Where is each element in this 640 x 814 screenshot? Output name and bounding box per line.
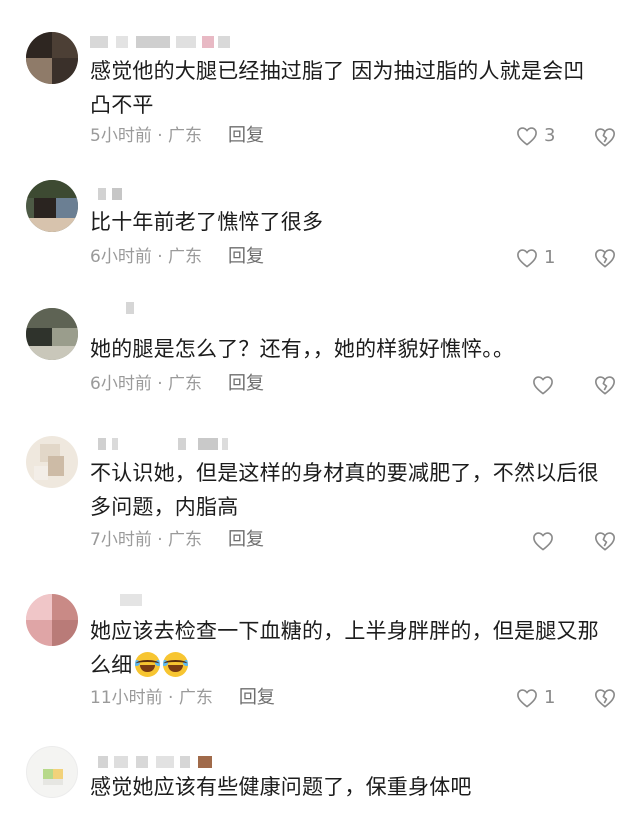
avatar[interactable] bbox=[26, 436, 78, 488]
like-count: 1 bbox=[544, 247, 556, 268]
like-button[interactable] bbox=[532, 375, 554, 395]
comment-location: 广东 bbox=[168, 247, 203, 267]
comment-location: 广东 bbox=[168, 374, 203, 394]
comment-meta: 5小时前 · 广东 回复 bbox=[90, 125, 264, 147]
heart-outline-icon bbox=[517, 249, 537, 268]
username-redacted[interactable] bbox=[90, 302, 134, 316]
comment-text: 她的腿是怎么了？还有，，她的样貌好憔悴。。 bbox=[90, 337, 515, 361]
reply-button[interactable]: 回复 bbox=[228, 125, 264, 146]
comment-text: 比十年前老了憔悴了很多 bbox=[90, 210, 324, 234]
comment-text: 感觉他的大腿已经抽过脂了 因为抽过脂的人就是会凹凸不平 bbox=[90, 59, 585, 117]
broken-heart-icon[interactable] bbox=[594, 530, 616, 552]
like-button[interactable]: 3 bbox=[516, 126, 555, 146]
comment-location: 广东 bbox=[168, 126, 203, 146]
comment-time: 6小时前 bbox=[90, 374, 152, 394]
comment-time: 11小时前 bbox=[90, 688, 163, 708]
comment-time: 5小时前 bbox=[90, 126, 152, 146]
username-redacted[interactable] bbox=[90, 188, 130, 202]
avatar[interactable] bbox=[26, 746, 78, 798]
like-button[interactable]: 1 bbox=[516, 248, 555, 268]
avatar[interactable] bbox=[26, 180, 78, 232]
meta-separator: · bbox=[151, 247, 169, 267]
laughing-crying-emoji-icon bbox=[163, 652, 189, 677]
comment-meta: 6小时前 · 广东 回复 bbox=[90, 246, 264, 268]
heart-outline-icon bbox=[517, 689, 537, 708]
avatar[interactable] bbox=[26, 32, 78, 84]
reply-button[interactable]: 回复 bbox=[228, 373, 264, 394]
laughing-crying-emoji-icon bbox=[135, 652, 161, 677]
meta-separator: · bbox=[151, 530, 169, 550]
comment-text: 她应该去检查一下血糖的，上半身胖胖的，但是腿又那么细 bbox=[90, 614, 604, 682]
avatar[interactable] bbox=[26, 308, 78, 360]
comment-meta: 7小时前 · 广东 回复 bbox=[90, 529, 264, 551]
like-button[interactable] bbox=[532, 531, 554, 551]
comment-meta: 11小时前 · 广东 回复 bbox=[90, 687, 275, 709]
broken-heart-icon[interactable] bbox=[594, 126, 616, 148]
like-count: 1 bbox=[544, 687, 556, 708]
comment-meta: 6小时前 · 广东 回复 bbox=[90, 373, 264, 395]
broken-heart-icon[interactable] bbox=[594, 374, 616, 396]
like-button[interactable]: 1 bbox=[516, 688, 555, 708]
broken-heart-icon[interactable] bbox=[594, 247, 616, 269]
heart-outline-icon bbox=[533, 376, 553, 395]
avatar[interactable] bbox=[26, 594, 78, 646]
username-redacted[interactable] bbox=[90, 594, 150, 608]
username-redacted[interactable] bbox=[90, 756, 240, 770]
reply-button[interactable]: 回复 bbox=[228, 529, 264, 550]
heart-outline-icon bbox=[517, 127, 537, 146]
meta-separator: · bbox=[151, 126, 169, 146]
username-redacted[interactable] bbox=[90, 438, 230, 452]
heart-outline-icon bbox=[533, 532, 553, 551]
comment-text: 感觉她应该有些健康问题了，保重身体吧 bbox=[90, 775, 472, 799]
meta-separator: · bbox=[151, 374, 169, 394]
comment-text: 不认识她，但是这样的身材真的要减肥了，不然以后很多问题，内脂高 bbox=[90, 461, 599, 519]
meta-separator: · bbox=[162, 688, 179, 708]
comment-time: 6小时前 bbox=[90, 247, 152, 267]
comment-location: 广东 bbox=[178, 688, 213, 708]
like-count: 3 bbox=[544, 125, 556, 146]
reply-button[interactable]: 回复 bbox=[228, 246, 264, 267]
reply-button[interactable]: 回复 bbox=[239, 687, 275, 708]
comment-location: 广东 bbox=[168, 530, 203, 550]
username-redacted[interactable] bbox=[90, 36, 240, 50]
comment-time: 7小时前 bbox=[90, 530, 152, 550]
broken-heart-icon[interactable] bbox=[594, 687, 616, 709]
